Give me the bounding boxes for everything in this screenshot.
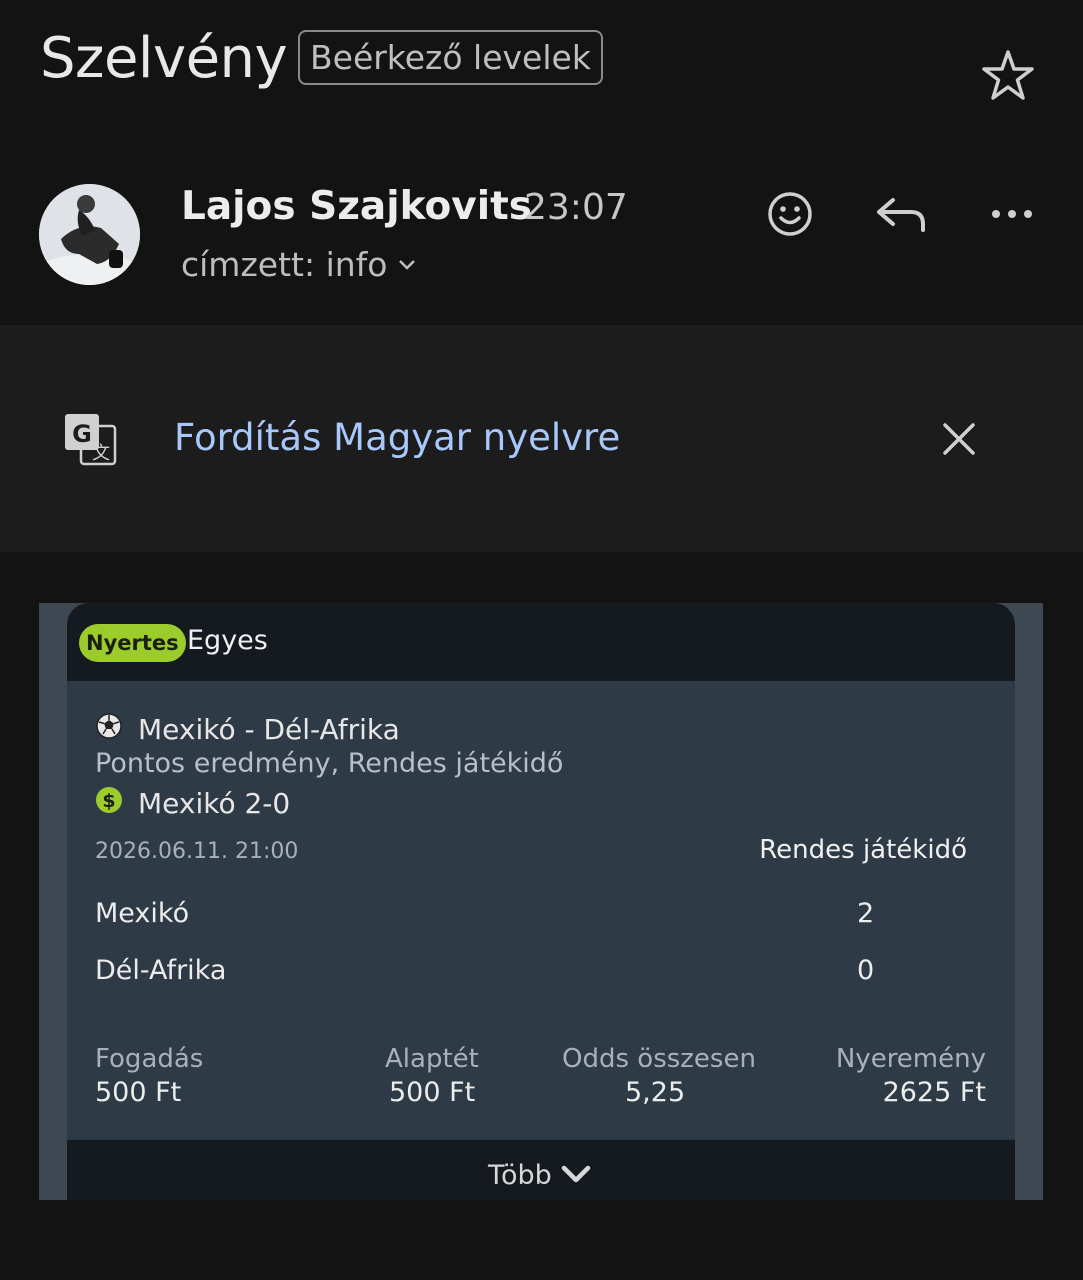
svg-text:G: G	[72, 420, 92, 448]
more-button[interactable]: Több	[67, 1139, 1015, 1200]
email-subject: Szelvény	[40, 26, 288, 91]
sent-time: 23:07	[524, 187, 628, 228]
status-badge: Nyertes	[79, 624, 186, 662]
dollar-icon: $	[95, 786, 123, 814]
chevron-down-icon	[399, 259, 416, 270]
more-label: Több	[488, 1160, 552, 1191]
bet-selection: Mexikó 2-0	[138, 787, 291, 820]
recipient-text: címzett: info	[181, 245, 388, 284]
base-stake-value: 500 Ft	[389, 1077, 476, 1108]
chevron-down-icon	[561, 1164, 591, 1186]
more-vert-icon[interactable]	[986, 188, 1038, 240]
translate-link[interactable]: Fordítás Magyar nyelvre	[174, 416, 620, 459]
away-team: Dél-Afrika	[95, 955, 227, 986]
sender-name: Lajos Szajkovits	[181, 184, 532, 229]
stake-value: 500 Ft	[95, 1077, 182, 1108]
odds-label: Odds összesen	[562, 1044, 756, 1074]
away-score: 0	[857, 955, 875, 986]
base-stake-label: Alaptét	[385, 1044, 479, 1074]
period-header: Rendes játékidő	[759, 835, 967, 865]
bet-type: Egyes	[187, 625, 268, 656]
svg-text:文: 文	[92, 443, 110, 464]
match-name: Mexikó - Dél-Afrika	[138, 713, 400, 746]
home-team: Mexikó	[95, 898, 190, 929]
odds-value: 5,25	[625, 1077, 686, 1108]
winnings-value: 2625 Ft	[882, 1077, 986, 1108]
bet-slip-card: Nyertes Egyes Mexikó - Dél-Afrika Pontos…	[67, 603, 1015, 1200]
stake-label: Fogadás	[95, 1044, 204, 1074]
winnings-label: Nyeremény	[835, 1044, 986, 1074]
sender-avatar[interactable]	[39, 184, 140, 285]
bet-slip-header: Nyertes Egyes	[67, 603, 1015, 681]
match-datetime: 2026.06.11. 21:00	[95, 839, 299, 864]
home-score: 2	[857, 898, 875, 929]
inbox-label-chip[interactable]: Beérkező levelek	[298, 30, 603, 85]
svg-text:$: $	[102, 790, 115, 812]
close-icon[interactable]	[936, 416, 982, 462]
reply-icon[interactable]	[873, 188, 931, 240]
google-translate-icon: G 文	[63, 412, 117, 466]
recipient-toggle[interactable]: címzett: info	[181, 245, 417, 284]
market-name: Pontos eredmény, Rendes játékidő	[95, 748, 564, 779]
emoji-icon[interactable]	[764, 188, 816, 240]
star-icon[interactable]	[978, 46, 1038, 106]
soccer-ball-icon	[95, 712, 123, 740]
